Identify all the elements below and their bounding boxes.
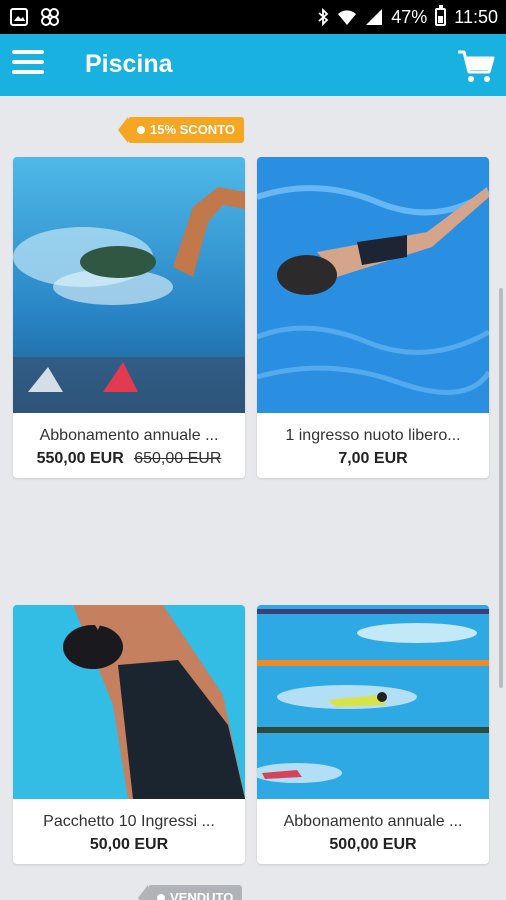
product-name: Abbonamento annuale ... [283,813,463,830]
product-card[interactable]: Pacchetto 10 Ingressi ... 50,00 EUR [13,605,245,864]
scrollbar[interactable] [499,288,503,688]
product-price: 550,00 EUR [36,450,124,467]
product-name: Pacchetto 10 Ingressi ... [43,813,215,830]
product-price: 7,00 EUR [338,450,408,467]
signal-icon [366,9,383,25]
wifi-icon [338,10,357,25]
clock: 11:50 [454,6,498,27]
product-image-swimmer-dive [13,605,245,799]
menu-icon[interactable] [12,50,44,80]
product-name: 1 ingresso nuoto libero... [285,427,461,444]
image-icon [10,8,28,26]
discount-badge: 15% SCONTO [117,117,245,143]
product-card[interactable]: Abbonamento annuale ... 500,00 EUR [257,605,489,864]
product-image-swimmer-freestyle [13,157,245,413]
battery-icon [435,5,447,26]
product-card[interactable]: 1 ingresso nuoto libero... 7,00 EUR [257,157,489,478]
product-name: Abbonamento annuale ... [39,427,219,444]
bluetooth-icon [318,8,329,26]
battery-level: 47% [391,6,428,27]
product-image-swimming-lanes [257,605,489,799]
product-card[interactable]: Abbonamento annuale ... 550,00 EUR 650,0… [13,157,245,478]
app-icon [41,8,59,26]
sold-badge: VENDUTO [137,885,243,900]
page-title: Piscina [85,50,173,78]
product-image-swimmer-underwater [257,157,489,413]
product-grid: 15% SCONTO Abbonamento annuale ... 550,0… [0,96,506,900]
app-bar: Piscina [0,34,506,96]
cart-icon[interactable] [456,46,496,86]
product-price: 500,00 EUR [329,836,417,853]
status-bar: 47% 11:50 [0,0,506,34]
product-price: 50,00 EUR [89,836,169,853]
product-old-price: 650,00 EUR [134,450,222,467]
